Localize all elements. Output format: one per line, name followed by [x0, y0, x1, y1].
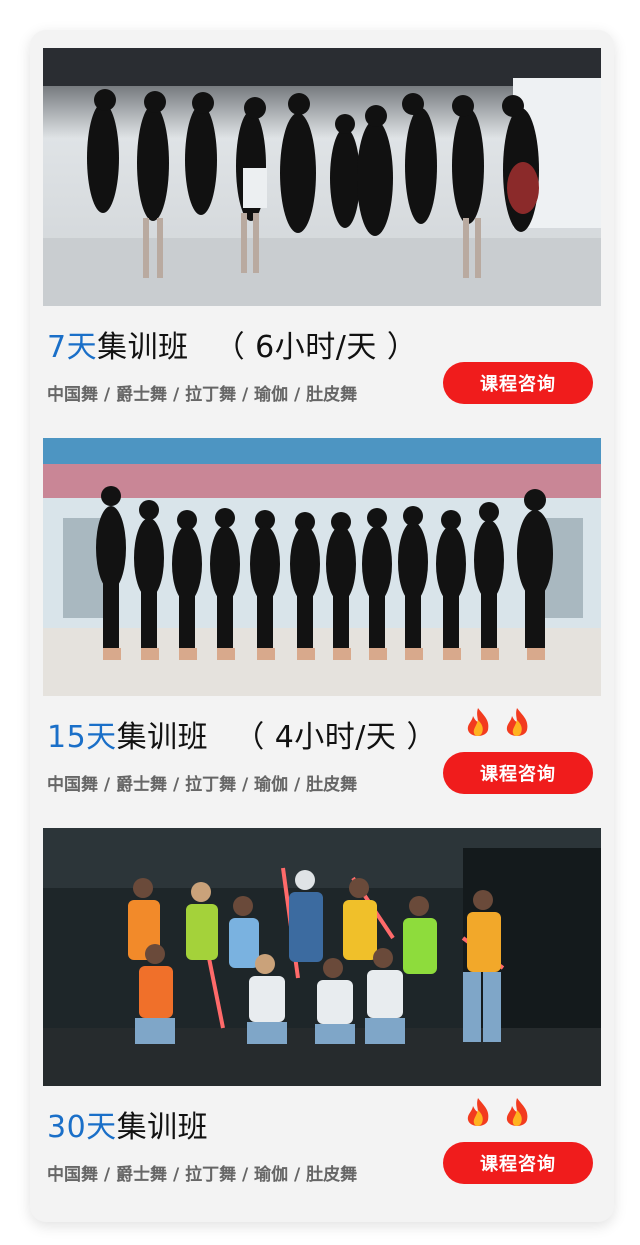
course-photo: [43, 48, 601, 306]
course-title: 30天集训班: [47, 1110, 208, 1146]
course-photo: [43, 438, 601, 696]
course-card-15-day: 15天集训班 （ 4小时/天 ） 中国舞 / 爵士舞 / 拉丁舞 / 瑜伽 / 肚…: [43, 438, 601, 808]
fire-icon: [467, 708, 489, 736]
course-subjects: 中国舞 / 爵士舞 / 拉丁舞 / 瑜伽 / 肚皮舞: [47, 775, 358, 795]
course-days: 7天: [47, 330, 98, 365]
course-days: 15天: [47, 720, 117, 755]
course-title: 15天集训班 （ 4小时/天 ）: [47, 720, 437, 756]
course-hours: （ 4小时/天 ）: [234, 720, 437, 755]
course-name: 集训班: [97, 330, 189, 365]
ballet-class-group-photo: [43, 438, 601, 696]
fire-icon: [506, 708, 528, 736]
course-name: 集训班: [116, 720, 209, 755]
hot-indicator: [458, 1096, 531, 1130]
course-card-30-day: 30天集训班 中国舞 / 爵士舞 / 拉丁舞 / 瑜伽 / 肚皮舞 课程咨询: [43, 828, 601, 1198]
course-card-7-day: 7天集训班 （ 6小时/天 ） 中国舞 / 爵士舞 / 拉丁舞 / 瑜伽 / 肚皮…: [43, 48, 601, 418]
course-subjects: 中国舞 / 爵士舞 / 拉丁舞 / 瑜伽 / 肚皮舞: [47, 385, 358, 405]
hot-indicator: [458, 706, 531, 740]
fire-icon: [506, 1098, 528, 1126]
consult-button[interactable]: 课程咨询: [443, 362, 593, 404]
course-hours: （ 6小时/天 ）: [214, 330, 418, 365]
course-name: 集训班: [116, 1110, 209, 1145]
course-title: 7天集训班 （ 6小时/天 ）: [47, 330, 417, 366]
course-subjects: 中国舞 / 爵士舞 / 拉丁舞 / 瑜伽 / 肚皮舞: [47, 1165, 358, 1185]
consult-button[interactable]: 课程咨询: [443, 752, 593, 794]
hiphop-crew-photo: [43, 828, 601, 1086]
course-days: 30天: [47, 1110, 117, 1145]
course-photo: [43, 828, 601, 1086]
fire-icon: [467, 1098, 489, 1126]
latin-dance-group-photo: [43, 48, 601, 306]
consult-button[interactable]: 课程咨询: [443, 1142, 593, 1184]
